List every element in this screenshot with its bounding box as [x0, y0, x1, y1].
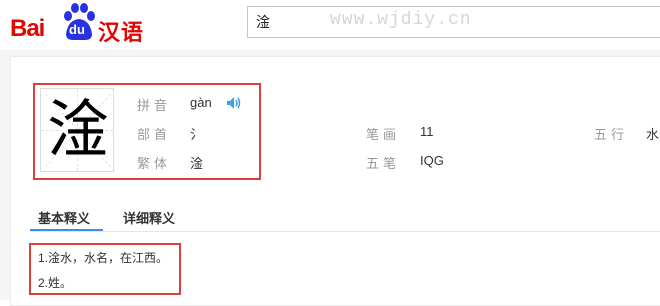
radical-value[interactable]: 氵 [190, 124, 203, 143]
wuxing-label: 五行 [594, 127, 629, 142]
main-character: 淦 [46, 93, 109, 166]
logo-text-hanyu: 汉语 [98, 20, 145, 45]
tab-basic-definition[interactable]: 基本释义 [38, 208, 90, 227]
strokes-label: 笔画 [366, 127, 401, 142]
definition-item: 1.淦水，水名，在江西。 [38, 251, 169, 265]
header: Bai du 汉语 www.wjdiy.cn [0, 0, 660, 50]
wubi-label: 五笔 [366, 156, 401, 171]
traditional-value: 淦 [190, 156, 204, 171]
tab-divider [30, 231, 660, 232]
logo-text-bai: Bai [10, 15, 45, 42]
definition-item: 2.姓。 [38, 276, 73, 290]
watermark: www.wjdiy.cn [330, 10, 472, 30]
wuxing-value: 水 [646, 127, 660, 142]
character-grid: 淦 [40, 88, 114, 172]
baidu-hanyu-logo[interactable]: Bai du 汉语 [10, 2, 160, 46]
tab-detailed-definition[interactable]: 详细释义 [123, 208, 175, 227]
speaker-icon[interactable] [226, 96, 242, 110]
logo-text-du: du [69, 22, 85, 37]
strokes-value: 11 [420, 124, 434, 139]
traditional-label: 繁体 [137, 156, 172, 171]
pinyin-label: 拼音 [137, 98, 172, 113]
pinyin-value: gàn [190, 95, 212, 110]
radical-label: 部首 [137, 127, 172, 142]
wubi-value: IQG [420, 153, 444, 168]
